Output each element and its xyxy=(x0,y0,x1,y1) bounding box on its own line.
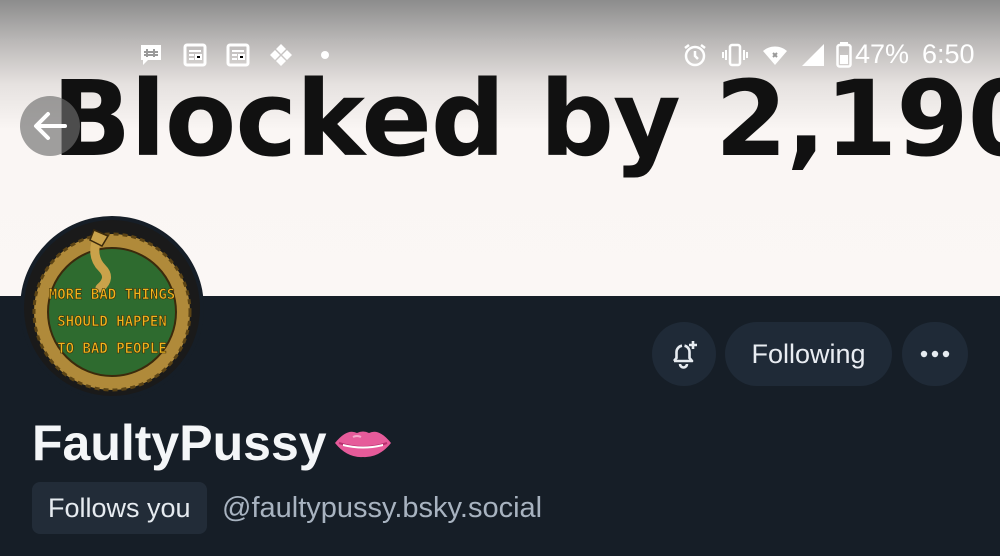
more-options-button[interactable] xyxy=(902,322,968,386)
bell-plus-icon xyxy=(673,341,697,369)
banner-text: Blocked by 2,190 xyxy=(52,58,1000,180)
avatar-image: MORE BAD THINGS SHOULD HAPPEN TO BAD PEO… xyxy=(24,220,200,396)
user-handle[interactable]: @faultypussy.bsky.social xyxy=(222,492,542,525)
avatar-text-line-2: SHOULD HAPPEN xyxy=(57,314,167,330)
display-name: FaultyPussy xyxy=(32,414,393,472)
avatar-text-line-1: MORE BAD THINGS xyxy=(49,287,175,303)
lips-icon xyxy=(334,431,391,458)
back-button[interactable] xyxy=(20,96,80,156)
avatar-text-line-3: TO BAD PEOPLE xyxy=(57,341,167,357)
arrow-left-icon xyxy=(34,112,67,140)
more-horizontal-icon xyxy=(920,350,950,358)
following-button[interactable]: Following xyxy=(725,322,892,386)
display-name-text: FaultyPussy xyxy=(32,415,327,471)
follows-you-badge: Follows you xyxy=(32,482,207,534)
follows-you-label: Follows you xyxy=(48,492,191,523)
notify-button[interactable] xyxy=(652,322,716,386)
following-button-label: Following xyxy=(751,338,866,369)
avatar[interactable]: MORE BAD THINGS SHOULD HAPPEN TO BAD PEO… xyxy=(20,216,204,400)
